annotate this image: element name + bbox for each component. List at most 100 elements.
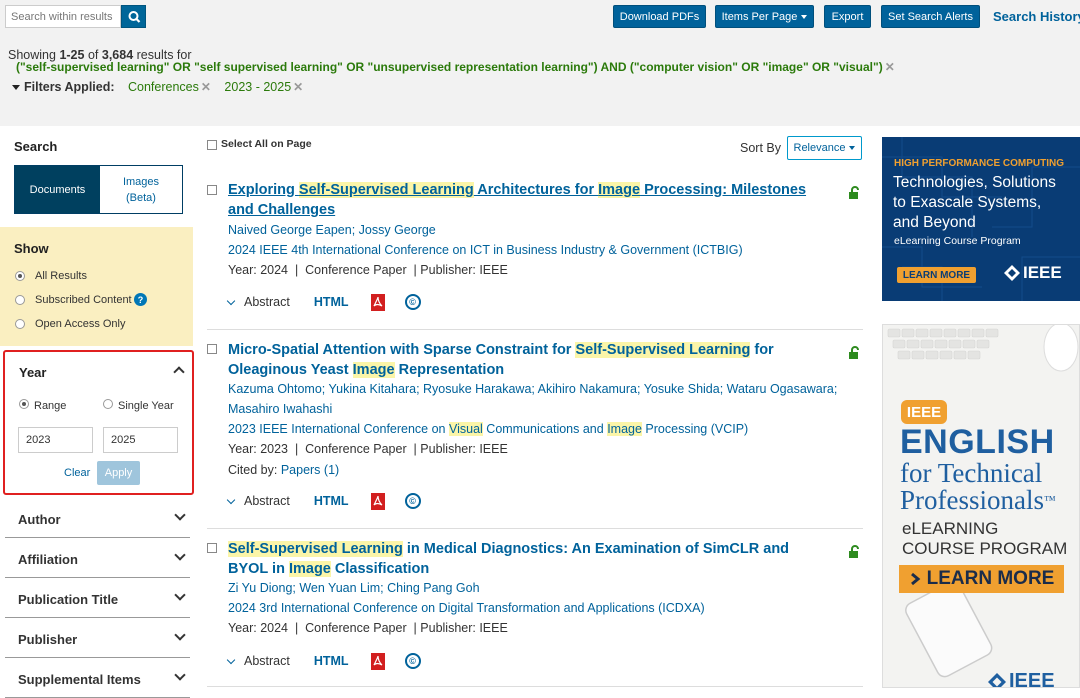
facet-supplemental-items[interactable]: Supplemental Items [5,658,190,698]
search-within-results [5,5,146,28]
search-history-link[interactable]: Search History [993,9,1080,24]
search-within-input[interactable] [5,5,121,28]
ieee-diamond-icon [1004,265,1020,281]
chevron-down-icon [226,655,236,664]
remove-query-icon[interactable]: ✕ [885,60,895,74]
result-title-3[interactable]: Self-Supervised Learning in Medical Diag… [228,539,828,579]
remove-filter-icon[interactable]: ✕ [293,80,303,94]
copyright-icon[interactable]: © [404,493,421,509]
items-per-page-dropdown[interactable]: Items Per Page [715,5,814,28]
result-authors[interactable]: Kazuma Ohtomo; Yukina Kitahara; Ryosuke … [228,382,837,396]
html-link[interactable]: HTML [314,494,349,508]
sort-by-label: Sort By [740,141,781,155]
chevron-down-icon [174,509,186,521]
divider [207,528,863,529]
ieee-diamond-icon [988,672,1006,687]
ieee-logo: IEEE [1004,263,1062,283]
single-year-radio[interactable] [103,399,113,409]
ad-headline: Technologies, Solutions to Exascale Syste… [893,174,1056,231]
remove-filter-icon[interactable]: ✕ [201,80,211,94]
ad-elearning: eLEARNING COURSE PROGRAM [902,519,1068,558]
ad-hpc-banner[interactable]: HIGH PERFORMANCE COMPUTING Technologies,… [882,137,1080,301]
year-title: Year [19,365,47,380]
result-meta: Year: 2023 | Conference Paper | Publishe… [228,442,508,456]
year-to-input[interactable]: 2025 [103,427,178,453]
ad-english-title: ENGLISH [900,423,1055,461]
divider [207,686,863,687]
help-icon[interactable]: ? [134,293,147,306]
html-link[interactable]: HTML [314,654,349,668]
cited-papers-link[interactable]: Papers (1) [281,463,339,477]
range-label: Range [34,400,67,412]
learn-more-button[interactable]: LEARN MORE [899,565,1064,593]
open-access-lock-icon [849,545,859,558]
result-authors-cont[interactable]: Masahiro Iwahashi [228,402,332,416]
all-results-label: All Results [35,270,87,282]
subscribed-content-radio[interactable] [15,295,25,305]
result-venue[interactable]: 2024 IEEE 4th International Conference o… [228,243,743,257]
apply-button[interactable]: Apply [97,461,140,485]
subscribed-content-label: Subscribed Content [35,294,132,306]
sort-by-dropdown[interactable]: Relevance [787,136,862,160]
chevron-up-icon[interactable] [173,366,185,378]
download-pdfs-button[interactable]: Download PDFs [613,5,706,28]
open-access-radio[interactable] [15,319,25,329]
ad-subtitle: eLearning Course Program [894,235,1021,247]
facet-publisher[interactable]: Publisher [5,618,190,658]
filters-toggle[interactable]: Filters Applied: [12,80,115,94]
result-authors[interactable]: Naived George Eapen; Jossy George [228,223,436,237]
caret-down-icon [849,146,856,150]
ieee-logo: IEEE [988,670,1055,687]
result-cited-by: Cited by: Papers (1) [228,463,340,477]
result-checkbox[interactable] [207,185,217,195]
facet-publication-title[interactable]: Publication Title [5,578,190,618]
result-checkbox[interactable] [207,344,217,354]
facet-affiliation[interactable]: Affiliation [5,538,190,578]
single-year-label: Single Year [118,400,174,412]
pdf-icon[interactable] [370,492,385,510]
ad-for-technical: for Technical [900,458,1043,488]
year-from-input[interactable]: 2023 [18,427,93,453]
copyright-icon[interactable]: © [404,294,421,310]
chevron-down-icon [226,296,236,305]
abstract-toggle[interactable]: Abstract [226,295,290,309]
ieee-badge: IEEE [901,400,947,424]
chevron-down-icon [174,669,186,681]
pdf-icon[interactable] [370,293,385,311]
learn-more-button[interactable]: LEARN MORE [897,267,976,283]
html-link[interactable]: HTML [314,295,349,309]
result-checkbox[interactable] [207,543,217,553]
range-radio[interactable] [19,399,29,409]
search-query: ("self-supervised learning" OR "self sup… [16,60,895,74]
result-title-2[interactable]: Micro-Spatial Attention with Sparse Cons… [228,340,828,380]
images-tab[interactable]: Images (Beta) [100,166,182,213]
pdf-icon[interactable] [370,652,385,670]
clear-link[interactable]: Clear [64,467,90,479]
result-meta: Year: 2024 | Conference Paper | Publishe… [228,621,508,635]
divider [207,329,863,330]
all-results-radio[interactable] [15,271,25,281]
year-filter-panel: Year Range Single Year 2023 2025 Clear A… [3,350,194,495]
abstract-toggle[interactable]: Abstract [226,654,290,668]
abstract-toggle[interactable]: Abstract [226,494,290,508]
result-authors[interactable]: Zi Yu Diong; Wen Yuan Lim; Ching Pang Go… [228,581,480,595]
set-search-alerts-button[interactable]: Set Search Alerts [881,5,980,28]
result-venue[interactable]: 2024 3rd International Conference on Dig… [228,601,705,615]
arrow-right-icon [910,572,920,586]
result-title-1[interactable]: Exploring Self-Supervised Learning Archi… [228,180,828,220]
search-button[interactable] [121,5,146,28]
open-access-lock-icon [849,186,859,199]
filter-chip-conferences: Conferences ✕ [128,80,211,94]
copyright-icon[interactable]: © [404,653,421,669]
facet-author[interactable]: Author [5,498,190,538]
select-all-checkbox[interactable] [207,140,217,150]
ad-english-banner[interactable]: IEEE ENGLISH for Technical Professionals… [882,324,1080,688]
chevron-down-icon [174,549,186,561]
documents-tab[interactable]: Documents [15,166,100,213]
search-section-title: Search [14,139,58,154]
result-venue[interactable]: 2023 IEEE International Conference on Vi… [228,422,748,436]
caret-down-icon [12,85,20,90]
chevron-down-icon [174,629,186,641]
export-button[interactable]: Export [824,5,871,28]
results-header-bar: Download PDFs Items Per Page Export Set … [0,0,1080,126]
